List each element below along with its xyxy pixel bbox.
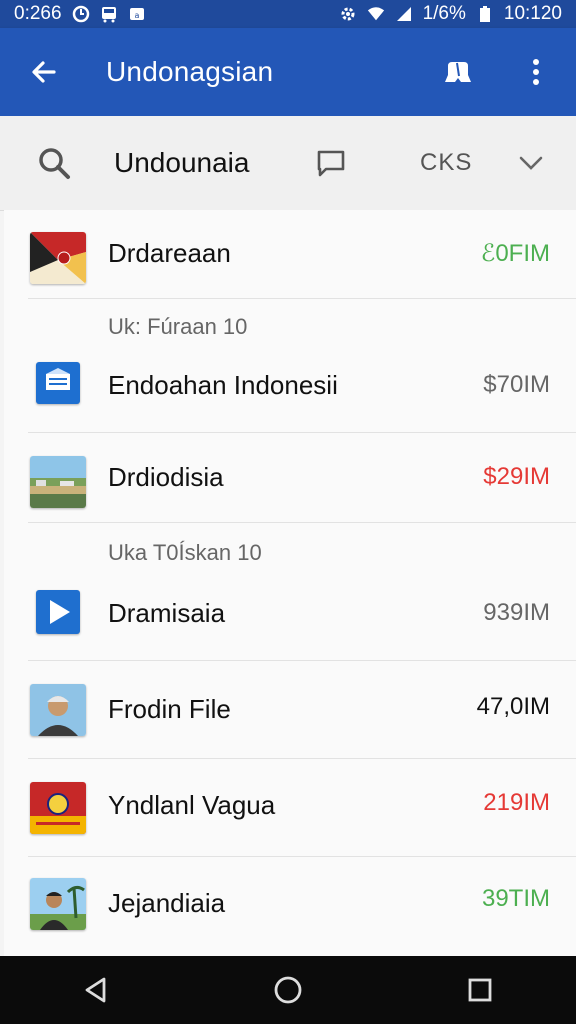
item-name: Drdiodisia [108, 462, 224, 492]
sort-dropdown-button[interactable] [516, 148, 546, 178]
list-item[interactable]: Dramisaia 939IM [4, 576, 576, 660]
item-value: ℰ0FIM [480, 240, 550, 267]
nav-back-button[interactable] [72, 966, 120, 1014]
nav-recents-button[interactable] [456, 966, 504, 1014]
status-time-right: 10:120 [503, 3, 562, 24]
pin-icon [445, 62, 471, 82]
item-name: Endoahan Indonesii [108, 370, 338, 400]
signal-icon [395, 5, 413, 23]
play-app-icon [36, 590, 80, 634]
list-item[interactable]: Frodin File 47,0IM [4, 662, 576, 758]
item-list: Drdareaan ℰ0FIM Uk: Fúraan 10 Endoahan I… [4, 210, 576, 956]
triangle-back-icon [85, 977, 106, 1003]
divider [28, 758, 576, 759]
file-app-icon [36, 362, 80, 404]
item-name: Dramisaia [108, 598, 226, 628]
app-bar: Undonagsian [0, 28, 576, 116]
divider [28, 298, 576, 299]
nav-home-button[interactable] [264, 966, 312, 1014]
more-vert-icon [533, 59, 539, 85]
notification-icon: a [128, 5, 146, 23]
item-value: 939IM [483, 599, 550, 626]
circle-home-icon [274, 976, 302, 1004]
person-thumbnail [30, 684, 86, 736]
svg-text:a: a [134, 11, 139, 20]
landscape-thumbnail [30, 456, 86, 508]
item-value: 47,0IM [476, 693, 550, 720]
back-button[interactable] [24, 52, 64, 92]
divider [28, 522, 576, 523]
page-title: Undonagsian [106, 56, 274, 87]
more-options-button[interactable] [516, 52, 556, 92]
chat-icon [317, 150, 345, 177]
status-bar: 0:266 a 1/6% 10:120 [0, 0, 576, 28]
filter-bar: Undounaia CKS [0, 116, 576, 211]
tropical-person-thumbnail [30, 878, 86, 930]
divider [28, 660, 576, 661]
list-item[interactable]: Drdiodisia $29IM [4, 434, 576, 524]
flag-thumbnail [30, 232, 86, 284]
search-icon [39, 148, 70, 179]
list-item[interactable]: Drdareaan ℰ0FIM [4, 210, 576, 300]
battery-icon [476, 5, 494, 23]
divider [28, 432, 576, 433]
status-time-left: 0:266 [14, 3, 62, 24]
item-value: $70IM [483, 371, 550, 398]
item-name: Frodin File [108, 694, 231, 724]
arrow-back-icon [32, 61, 56, 83]
message-button[interactable] [314, 146, 348, 180]
list-item[interactable]: Yndlanl Vagua 219IM [4, 760, 576, 856]
item-name: Drdareaan [108, 238, 231, 268]
divider [28, 856, 576, 857]
battery-percent: 1/6% [422, 3, 466, 24]
item-name: Yndlanl Vagua [108, 790, 276, 820]
clock-icon [72, 5, 90, 23]
item-value: 39TIM [481, 885, 550, 912]
search-query[interactable]: Undounaia [114, 147, 314, 179]
system-nav-bar [0, 956, 576, 1024]
section-header: Uka T0Ískan 10 [108, 540, 262, 565]
item-value: $29IM [483, 463, 550, 490]
gear-icon [339, 5, 357, 23]
list-item[interactable]: Endoahan Indonesii $70IM [4, 350, 576, 430]
search-button[interactable] [34, 143, 74, 183]
wifi-icon [367, 5, 385, 23]
list-item[interactable]: Jejandiaia 39TIM [4, 858, 576, 954]
bus-icon [100, 5, 118, 23]
sort-selector[interactable]: CKS [420, 149, 490, 177]
pin-button[interactable] [438, 52, 478, 92]
item-name: Jejandiaia [108, 888, 226, 918]
square-recents-icon [468, 978, 492, 1002]
chevron-down-icon [519, 156, 543, 170]
section-header: Uk: Fúraan 10 [108, 314, 248, 339]
item-value: 219IM [483, 789, 550, 816]
emblem-thumbnail [30, 782, 86, 834]
